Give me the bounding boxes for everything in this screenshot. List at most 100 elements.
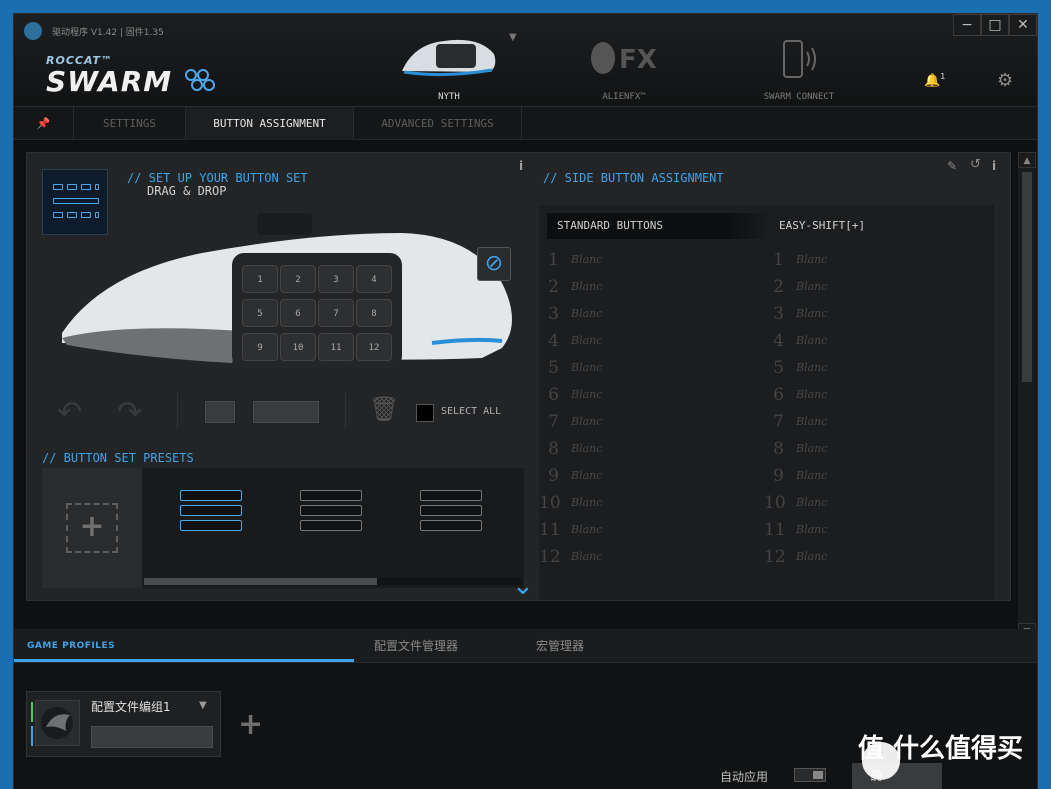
side-row-easyshift[interactable]: 8 Blanc (764, 438, 984, 460)
side-row-standard[interactable]: 10 Blanc (539, 492, 759, 514)
select-all-label: SELECT ALL (441, 406, 502, 417)
preset-2[interactable] (300, 490, 362, 535)
vertical-scrollbar[interactable]: ▲ ▼ (1018, 152, 1036, 639)
side-row-easyshift[interactable]: 10 Blanc (764, 492, 984, 514)
auto-apply-label: 自动应用 (720, 770, 769, 784)
side-row-standard[interactable]: 4 Blanc (539, 330, 759, 352)
device-dropdown-icon[interactable]: ▼ (509, 32, 517, 43)
side-row-standard[interactable]: 8 Blanc (539, 438, 759, 460)
mouse-image: 1 2 3 4 5 6 7 8 9 10 11 12 ⊘ (62, 213, 532, 383)
side-row-easyshift[interactable]: 2 Blanc (764, 276, 984, 298)
mouse-button-7[interactable]: 7 (318, 299, 354, 327)
row-number: 7 (773, 412, 784, 432)
tab-button-assignment[interactable]: BUTTON ASSIGNMENT (186, 107, 354, 140)
side-row-standard[interactable]: 2 Blanc (539, 276, 759, 298)
pin-tab[interactable]: 📌 (14, 107, 74, 140)
device-swarm-connect[interactable]: SWARM CONNECT (734, 14, 864, 106)
device-selector: NYTH ▼ FX ALIENFX™ SWARM CONNECT (384, 14, 844, 106)
svg-text:FX: FX (619, 45, 657, 75)
mouse-button-9[interactable]: 9 (242, 333, 278, 361)
mouse-button-11[interactable]: 11 (318, 333, 354, 361)
row-assignment: Blanc (796, 442, 828, 455)
wide-button-tool[interactable] (253, 401, 319, 423)
mouse-button-8[interactable]: 8 (356, 299, 392, 327)
side-row-easyshift[interactable]: 3 Blanc (764, 303, 984, 325)
pin-icon: 📌 (36, 117, 51, 130)
undo-icon[interactable]: ↶ (57, 395, 82, 430)
profile-name-field[interactable] (91, 726, 213, 748)
mouse-button-4[interactable]: 4 (356, 265, 392, 293)
side-row-standard[interactable]: 6 Blanc (539, 384, 759, 406)
presets-scrollbar-thumb[interactable] (144, 578, 377, 585)
divider (345, 393, 346, 429)
add-profile-icon[interactable]: + (238, 707, 263, 742)
profile-dropdown-icon[interactable]: ▼ (199, 700, 207, 711)
tab-profile-manager[interactable]: 配置文件管理器 (374, 629, 458, 663)
close-button[interactable]: ✕ (1009, 14, 1037, 36)
presets-scrollbar[interactable] (144, 578, 522, 585)
mouse-button-5[interactable]: 5 (242, 299, 278, 327)
chevron-down-icon[interactable]: ⌄ (512, 571, 534, 601)
preset-1[interactable] (180, 490, 242, 535)
profile-card[interactable]: 配置文件编组1 ▼ (26, 691, 221, 757)
notification-count: 1 (940, 72, 946, 81)
mouse-button-6[interactable]: 6 (280, 299, 316, 327)
tab-advanced-settings[interactable]: ADVANCED SETTINGS (354, 107, 522, 140)
mouse-button-2[interactable]: 2 (280, 265, 316, 293)
side-row-standard[interactable]: 3 Blanc (539, 303, 759, 325)
side-row-easyshift[interactable]: 5 Blanc (764, 357, 984, 379)
row-number: 8 (773, 439, 784, 459)
presets-strip: + (42, 468, 524, 588)
info-icon[interactable]: i (519, 159, 523, 173)
row-number: 11 (764, 520, 786, 540)
active-indicator-green (31, 702, 33, 722)
side-row-standard[interactable]: 7 Blanc (539, 411, 759, 433)
scroll-up-arrow[interactable]: ▲ (1018, 152, 1036, 168)
gear-icon[interactable]: ⚙ (997, 70, 1013, 91)
mouse-button-12[interactable]: 12 (356, 333, 392, 361)
tab-settings[interactable]: SETTINGS (74, 107, 186, 140)
redo-icon[interactable]: ↷ (117, 395, 142, 430)
mouse-side-buttons: 1 2 3 4 5 6 7 8 9 10 11 12 (242, 265, 392, 361)
minimize-button[interactable]: − (953, 14, 981, 36)
side-row-standard[interactable]: 12 Blanc (539, 546, 759, 568)
mouse-button-3[interactable]: 3 (318, 265, 354, 293)
pin-icon[interactable]: ✎ (947, 159, 957, 173)
tab-macro-manager[interactable]: 宏管理器 (536, 629, 584, 663)
trash-icon[interactable]: 🗑 (369, 395, 399, 423)
row-assignment: Blanc (796, 280, 828, 293)
reset-icon[interactable]: ↺ (970, 157, 981, 172)
side-row-easyshift[interactable]: 9 Blanc (764, 465, 984, 487)
maximize-button[interactable]: □ (981, 14, 1009, 36)
side-row-easyshift[interactable]: 4 Blanc (764, 330, 984, 352)
mouse-button-10[interactable]: 10 (280, 333, 316, 361)
side-row-standard[interactable]: 11 Blanc (539, 519, 759, 541)
side-row-standard[interactable]: 1 Blanc (539, 249, 759, 271)
disable-icon[interactable]: ⊘ (477, 247, 511, 281)
app-window: 驱动程序 V1.42 | 固件1.35 ROCCAT™ SWARM NYTH ▼… (13, 13, 1038, 789)
notification-bell-icon[interactable]: 🔔1 (924, 72, 945, 88)
select-all-checkbox[interactable] (416, 404, 434, 422)
side-row-standard[interactable]: 9 Blanc (539, 465, 759, 487)
device-alienfx[interactable]: FX ALIENFX™ (559, 14, 689, 106)
auto-apply-toggle[interactable] (794, 768, 826, 782)
side-info-icon[interactable]: i (992, 159, 996, 173)
side-row-easyshift[interactable]: 7 Blanc (764, 411, 984, 433)
add-preset-button[interactable]: + (42, 468, 142, 588)
side-row-standard[interactable]: 5 Blanc (539, 357, 759, 379)
mouse-button-1[interactable]: 1 (242, 265, 278, 293)
side-row-easyshift[interactable]: 1 Blanc (764, 249, 984, 271)
row-assignment: Blanc (796, 496, 828, 509)
side-row-easyshift[interactable]: 12 Blanc (764, 546, 984, 568)
preset-3[interactable] (420, 490, 482, 535)
scroll-thumb[interactable] (1022, 172, 1032, 382)
row-number: 2 (773, 277, 784, 297)
device-nyth[interactable]: NYTH (384, 14, 514, 106)
row-number: 1 (773, 250, 784, 270)
single-button-tool[interactable] (205, 401, 235, 423)
tab-game-profiles[interactable]: GAME PROFILES (27, 629, 115, 663)
side-row-easyshift[interactable]: 6 Blanc (764, 384, 984, 406)
side-row-easyshift[interactable]: 11 Blanc (764, 519, 984, 541)
side-assignment-heading: // SIDE BUTTON ASSIGNMENT (543, 171, 724, 185)
row-number: 9 (773, 466, 784, 486)
